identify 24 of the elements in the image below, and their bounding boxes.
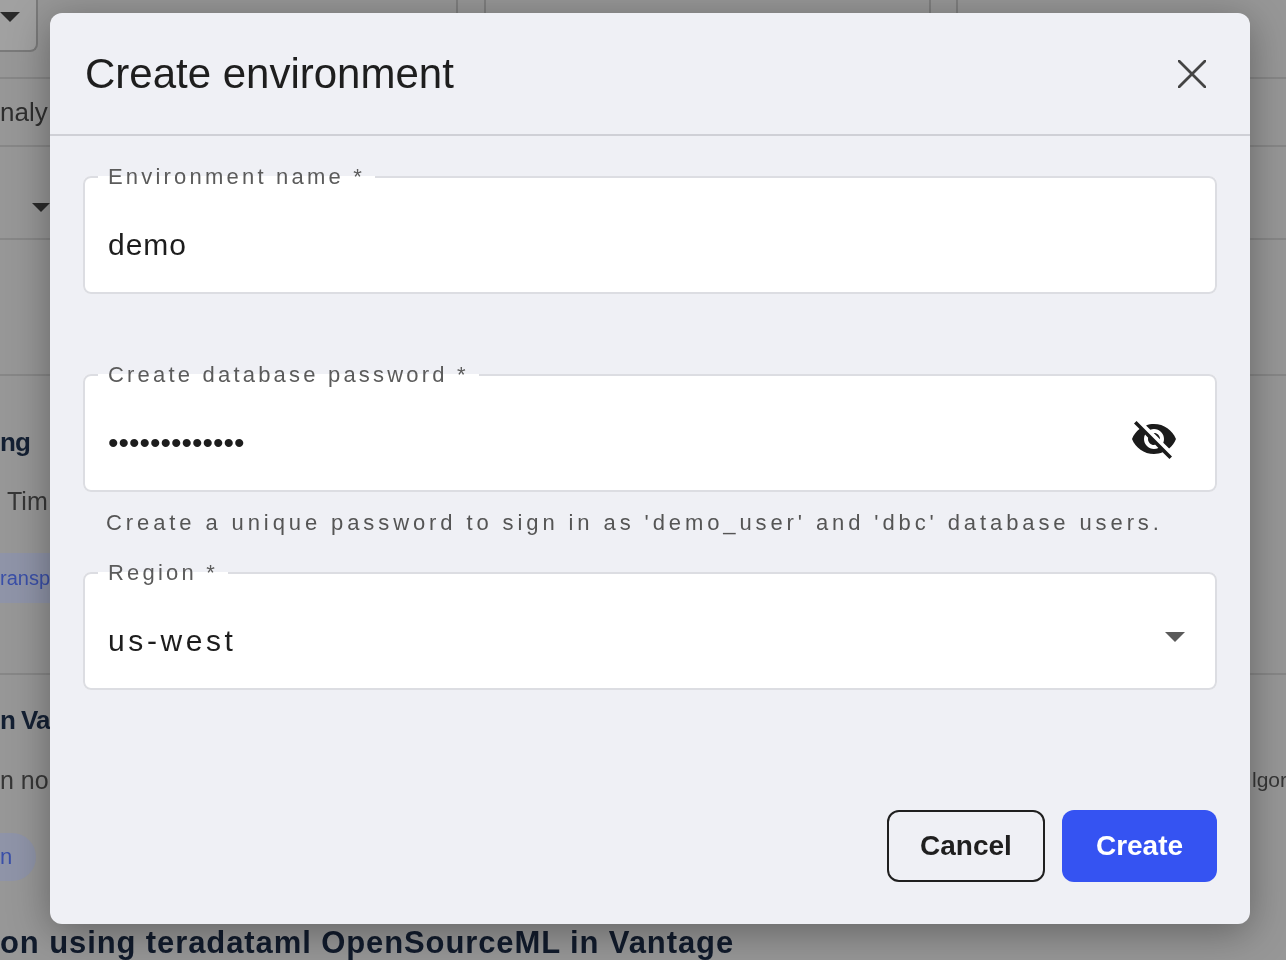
card-title: ng [0,426,30,459]
field-label: Environment name * [107,164,366,190]
close-icon [1178,59,1206,88]
close-button[interactable] [1178,59,1206,88]
field-value: us-west [108,623,237,659]
card-text: Tim [7,486,48,516]
field-value: ••••••••••••• [108,425,245,461]
field-value: demo [108,227,188,263]
card-title: n Va [0,704,50,737]
dialog-title: Create environment [85,48,454,99]
cancel-button[interactable]: Cancel [887,810,1045,882]
card-text: n no [0,765,49,795]
caret-icon [32,203,50,212]
create-button[interactable]: Create [1062,810,1217,882]
eye-slash-icon[interactable] [1132,421,1176,459]
dropdown-field[interactable] [0,0,38,52]
card-text: lgor [1252,767,1286,793]
caret-icon [0,12,20,22]
helper-text: Create a unique password to sign in as 'demo_user' and 'dbc' database users. [105,510,1164,536]
card-title: on using teradataml OpenSourceML in Vantage [0,925,736,960]
page-text: naly [0,97,49,127]
field-label: Region * [107,560,219,586]
field-label: Create database password * [107,362,470,388]
caret-icon [1165,632,1185,642]
